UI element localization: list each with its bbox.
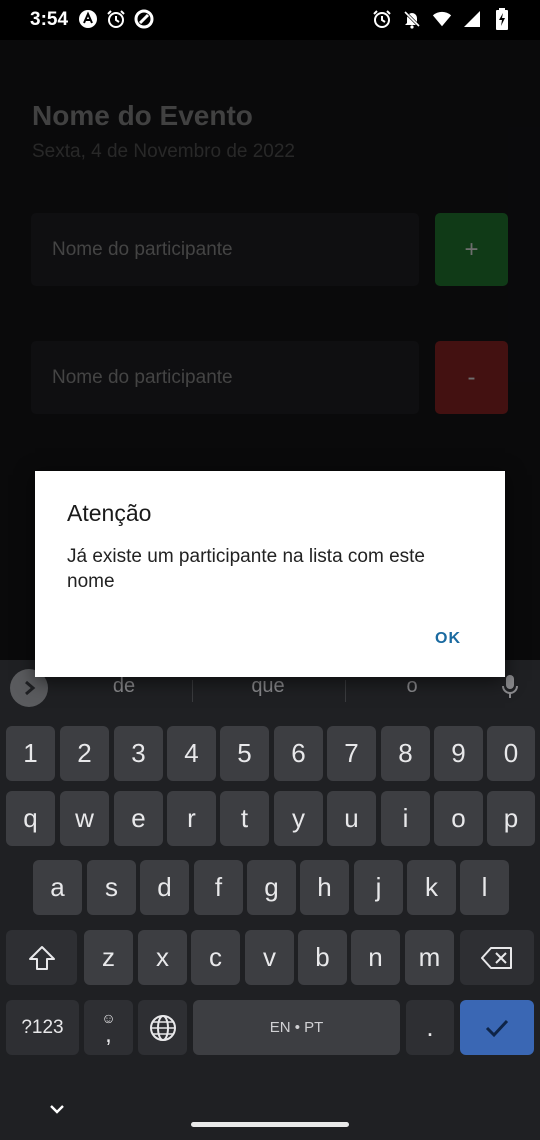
suggestion-divider — [345, 680, 346, 702]
key-l[interactable]: l — [460, 860, 509, 915]
shift-icon — [28, 945, 55, 970]
key-6[interactable]: 6 — [274, 726, 323, 781]
key-q[interactable]: q — [6, 791, 55, 846]
battery-icon — [492, 8, 512, 30]
alarm-icon — [106, 8, 126, 30]
alarm-icon — [372, 8, 392, 30]
key-3[interactable]: 3 — [114, 726, 163, 781]
backspace-icon — [481, 946, 512, 969]
key-v[interactable]: v — [245, 930, 294, 985]
dialog-message: Já existe um participante na lista com e… — [67, 546, 426, 592]
emoji-comma-key[interactable]: ☺ , — [84, 1000, 133, 1055]
alert-dialog: Atenção Já existe um participante na lis… — [35, 471, 505, 677]
key-i[interactable]: i — [381, 791, 430, 846]
key-u[interactable]: u — [327, 791, 376, 846]
status-bar: 3:54 — [0, 0, 540, 40]
key-h[interactable]: h — [300, 860, 349, 915]
key-y[interactable]: y — [274, 791, 323, 846]
globe-icon — [149, 1014, 176, 1041]
period-key[interactable]: . — [406, 1000, 454, 1055]
hide-keyboard-icon[interactable] — [46, 1098, 68, 1120]
key-8[interactable]: 8 — [381, 726, 430, 781]
language-key[interactable] — [138, 1000, 187, 1055]
key-4[interactable]: 4 — [167, 726, 216, 781]
key-c[interactable]: c — [191, 930, 240, 985]
sync-icon — [134, 8, 154, 30]
suggestion-divider — [192, 680, 193, 702]
key-1[interactable]: 1 — [6, 726, 55, 781]
key-t[interactable]: t — [220, 791, 269, 846]
check-icon — [485, 1019, 509, 1037]
key-w[interactable]: w — [60, 791, 109, 846]
key-r[interactable]: r — [167, 791, 216, 846]
status-icons-left — [78, 8, 154, 30]
wifi-icon — [432, 8, 452, 30]
key-f[interactable]: f — [194, 860, 243, 915]
symbols-key[interactable]: ?123 — [6, 1000, 79, 1055]
home-handle[interactable] — [191, 1122, 349, 1127]
keyboard: de que o 1 2 3 4 5 6 7 8 9 0 q w e r t y… — [0, 660, 540, 1080]
ok-button[interactable]: OK — [435, 630, 461, 648]
key-k[interactable]: k — [407, 860, 456, 915]
navigation-bar — [0, 1080, 540, 1140]
signal-icon — [462, 8, 482, 30]
key-s[interactable]: s — [87, 860, 136, 915]
key-z[interactable]: z — [84, 930, 133, 985]
status-icons-right — [372, 8, 512, 30]
key-7[interactable]: 7 — [327, 726, 376, 781]
notifications-off-icon — [402, 8, 422, 30]
key-j[interactable]: j — [354, 860, 403, 915]
suggestion-2[interactable]: que — [218, 675, 318, 698]
a-icon — [78, 8, 98, 30]
key-e[interactable]: e — [114, 791, 163, 846]
suggestion-1[interactable]: de — [74, 675, 174, 698]
key-2[interactable]: 2 — [60, 726, 109, 781]
key-o[interactable]: o — [434, 791, 483, 846]
key-m[interactable]: m — [405, 930, 454, 985]
key-a[interactable]: a — [33, 860, 82, 915]
space-key[interactable]: EN • PT — [193, 1000, 400, 1055]
status-time: 3:54 — [30, 9, 69, 30]
key-b[interactable]: b — [298, 930, 347, 985]
dialog-title: Atenção — [67, 500, 152, 526]
enter-key[interactable] — [460, 1000, 534, 1055]
key-x[interactable]: x — [138, 930, 187, 985]
suggestion-3[interactable]: o — [362, 675, 462, 698]
key-g[interactable]: g — [247, 860, 296, 915]
key-n[interactable]: n — [351, 930, 400, 985]
key-p[interactable]: p — [487, 791, 535, 846]
comma-label: , — [105, 1020, 112, 1048]
key-9[interactable]: 9 — [434, 726, 483, 781]
backspace-key[interactable] — [460, 930, 534, 985]
key-0[interactable]: 0 — [487, 726, 535, 781]
key-5[interactable]: 5 — [220, 726, 269, 781]
key-d[interactable]: d — [140, 860, 189, 915]
shift-key[interactable] — [6, 930, 77, 985]
